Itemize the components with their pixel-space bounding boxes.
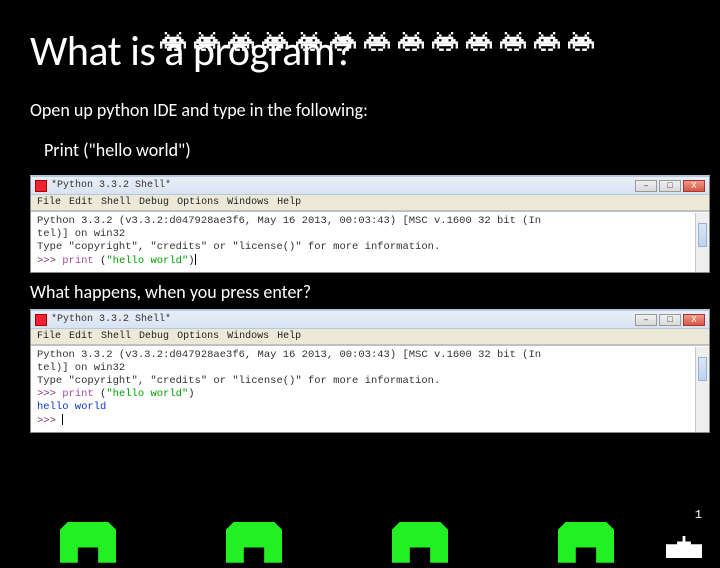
- scrollbar[interactable]: [695, 213, 709, 272]
- invader-icon: [398, 32, 424, 52]
- invader-icon: [466, 32, 492, 52]
- menu-debug[interactable]: Debug: [139, 197, 169, 208]
- menu-file[interactable]: File: [37, 197, 61, 208]
- shell-prompt: >>>: [37, 388, 56, 400]
- close-button[interactable]: X: [683, 180, 705, 192]
- python-icon: [35, 314, 47, 326]
- shell-string: "hello world": [106, 255, 188, 267]
- shell-prompt: >>>: [37, 255, 56, 267]
- shell-paren: (: [94, 255, 107, 267]
- invader-icon: [228, 32, 254, 52]
- shell-banner-line: Type "copyright", "credits" or "license(…: [37, 241, 440, 253]
- invader-row: [160, 32, 594, 52]
- bunker-icon: [392, 522, 448, 562]
- menu-shell[interactable]: Shell: [101, 197, 131, 208]
- menu-windows[interactable]: Windows: [227, 331, 269, 342]
- maximize-button[interactable]: □: [659, 314, 681, 326]
- menu-edit[interactable]: Edit: [69, 331, 93, 342]
- scrollbar-thumb[interactable]: [698, 357, 707, 381]
- shell-banner-line: Python 3.3.2 (v3.3.2:d047928ae3f6, May 1…: [37, 349, 541, 361]
- window-title: *Python 3.3.2 Shell*: [51, 314, 633, 325]
- text-caret: [195, 254, 196, 265]
- shell-paren: ): [188, 388, 194, 400]
- menubar: File Edit Shell Debug Options Windows He…: [31, 195, 709, 211]
- shell-output: hello world: [37, 401, 106, 413]
- invader-icon: [364, 32, 390, 52]
- invader-icon: [330, 32, 356, 52]
- menu-shell[interactable]: Shell: [101, 331, 131, 342]
- menu-help[interactable]: Help: [277, 331, 301, 342]
- menu-windows[interactable]: Windows: [227, 197, 269, 208]
- invader-icon: [432, 32, 458, 52]
- scrollbar[interactable]: [695, 347, 709, 432]
- minimize-button[interactable]: –: [635, 180, 657, 192]
- python-icon: [35, 180, 47, 192]
- menubar: File Edit Shell Debug Options Windows He…: [31, 329, 709, 345]
- window-titlebar: *Python 3.3.2 Shell* – □ X: [31, 311, 709, 329]
- shell-prompt: >>>: [37, 415, 56, 427]
- maximize-button[interactable]: □: [659, 180, 681, 192]
- idle-window-before: *Python 3.3.2 Shell* – □ X File Edit She…: [30, 175, 710, 273]
- invader-icon: [534, 32, 560, 52]
- shell-string: "hello world": [106, 388, 188, 400]
- bunker-icon: [226, 522, 282, 562]
- scrollbar-thumb[interactable]: [698, 223, 707, 247]
- shell-area[interactable]: Python 3.3.2 (v3.3.2:d047928ae3f6, May 1…: [31, 211, 709, 272]
- menu-help[interactable]: Help: [277, 197, 301, 208]
- shell-paren: (: [94, 388, 107, 400]
- text-caret: [62, 414, 63, 425]
- menu-options[interactable]: Options: [177, 197, 219, 208]
- window-titlebar: *Python 3.3.2 Shell* – □ X: [31, 177, 709, 195]
- minimize-button[interactable]: –: [635, 314, 657, 326]
- shell-keyword: print: [62, 255, 94, 267]
- instruction-text: Open up python IDE and type in the follo…: [30, 99, 690, 121]
- menu-debug[interactable]: Debug: [139, 331, 169, 342]
- shell-banner-line: tel)] on win32: [37, 362, 125, 374]
- invader-icon: [296, 32, 322, 52]
- bunker-row: [60, 522, 614, 562]
- invader-icon: [568, 32, 594, 52]
- invader-icon: [160, 32, 186, 52]
- menu-options[interactable]: Options: [177, 331, 219, 342]
- window-title: *Python 3.3.2 Shell*: [51, 180, 633, 191]
- menu-edit[interactable]: Edit: [69, 197, 93, 208]
- idle-window-after: *Python 3.3.2 Shell* – □ X File Edit She…: [30, 309, 710, 433]
- example-code-line: Print ("hello world"): [44, 139, 690, 161]
- shell-banner-line: tel)] on win32: [37, 228, 125, 240]
- invader-icon: [500, 32, 526, 52]
- bunker-icon: [60, 522, 116, 562]
- shell-banner-line: Python 3.3.2 (v3.3.2:d047928ae3f6, May 1…: [37, 215, 541, 227]
- shell-banner-line: Type "copyright", "credits" or "license(…: [37, 375, 440, 387]
- menu-file[interactable]: File: [37, 331, 61, 342]
- bunker-icon: [558, 522, 614, 562]
- shell-area[interactable]: Python 3.3.2 (v3.3.2:d047928ae3f6, May 1…: [31, 345, 709, 432]
- invader-icon: [262, 32, 288, 52]
- invader-icon: [194, 32, 220, 52]
- shell-keyword: print: [62, 388, 94, 400]
- close-button[interactable]: X: [683, 314, 705, 326]
- score-label: 1: [695, 508, 702, 522]
- question-text: What happens, when you press enter?: [30, 281, 690, 303]
